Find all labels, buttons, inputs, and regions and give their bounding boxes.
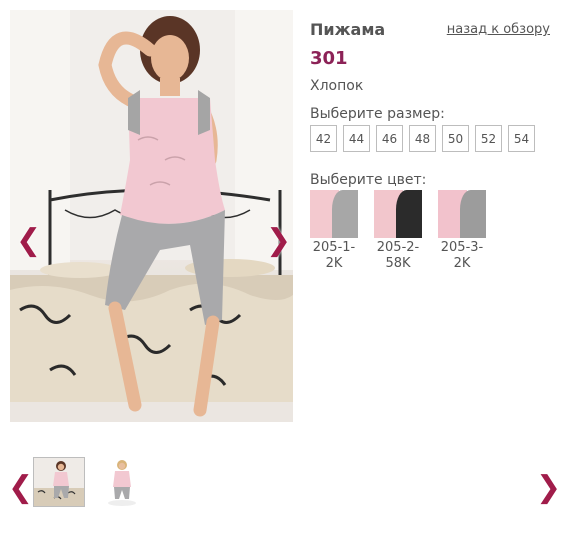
- size-select-label: Выберите размер:: [310, 106, 445, 122]
- color-swatch-image: [438, 190, 486, 238]
- color-swatch-image: [310, 190, 358, 238]
- color-code-label: 205-1-2K: [312, 240, 356, 271]
- size-option-44[interactable]: 44: [343, 125, 370, 152]
- size-option-46[interactable]: 46: [376, 125, 403, 152]
- size-option-52[interactable]: 52: [475, 125, 502, 152]
- product-photo: [10, 10, 293, 422]
- size-option-42[interactable]: 42: [310, 125, 337, 152]
- thumbnail-strip: [33, 457, 149, 507]
- back-to-overview-link[interactable]: назад к обзору: [447, 22, 550, 37]
- swatch-bottom-color: [459, 190, 486, 238]
- color-code-label: 205-3-2K: [440, 240, 484, 271]
- product-title: Пижама: [310, 20, 386, 39]
- size-selector: 42 44 46 48 50 52 54: [310, 125, 535, 152]
- thumbnail-2[interactable]: [97, 457, 149, 507]
- size-option-50[interactable]: 50: [442, 125, 469, 152]
- size-option-54[interactable]: 54: [508, 125, 535, 152]
- main-photo-next-arrow[interactable]: ❯: [266, 226, 291, 256]
- thumbnail-1[interactable]: [33, 457, 85, 507]
- color-selector: 205-1-2K 205-2-58K 205-3-2K: [310, 190, 486, 272]
- main-photo-prev-arrow[interactable]: ❮: [16, 226, 41, 256]
- color-option-205-2-58k[interactable]: 205-2-58K: [374, 190, 422, 272]
- color-option-205-1-2k[interactable]: 205-1-2K: [310, 190, 358, 272]
- size-option-48[interactable]: 48: [409, 125, 436, 152]
- color-code-label: 205-2-58K: [376, 240, 420, 271]
- swatch-bottom-color: [395, 190, 422, 238]
- swatch-bottom-color: [331, 190, 358, 238]
- thumbnails-next-arrow[interactable]: ❯: [536, 473, 561, 503]
- thumbnails-prev-arrow[interactable]: ❮: [8, 473, 33, 503]
- thumbnail-1-image: [34, 458, 84, 506]
- product-photo-illustration: [10, 10, 293, 422]
- color-swatch-image: [374, 190, 422, 238]
- thumbnail-2-image: [97, 457, 147, 507]
- product-article-number: 301: [310, 48, 348, 69]
- product-material: Хлопок: [310, 78, 364, 94]
- color-select-label: Выберите цвет:: [310, 172, 427, 188]
- color-option-205-3-2k[interactable]: 205-3-2K: [438, 190, 486, 272]
